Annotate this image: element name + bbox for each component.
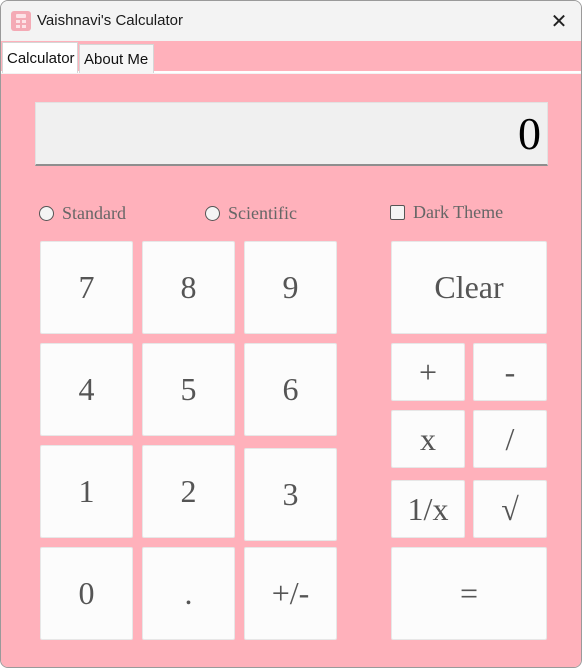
key-decimal[interactable]: . — [142, 547, 235, 640]
display-value: 0 — [518, 108, 541, 159]
subtract-button[interactable]: - — [473, 343, 547, 401]
standard-label: Standard — [62, 202, 126, 223]
divide-button[interactable]: / — [473, 410, 547, 468]
reciprocal-button[interactable]: 1/x — [391, 480, 465, 538]
standard-option[interactable]: Standard — [39, 202, 126, 224]
key-8[interactable]: 8 — [142, 241, 235, 334]
scientific-label: Scientific — [228, 202, 297, 223]
key-negate[interactable]: +/- — [244, 547, 337, 640]
key-4[interactable]: 4 — [40, 343, 133, 436]
window-title: Vaishnavi's Calculator — [37, 12, 183, 29]
scientific-radio[interactable] — [205, 205, 220, 221]
calculator-panel: 0 Standard Scientific Dark Theme 7 8 9 4… — [1, 74, 581, 667]
key-2[interactable]: 2 — [142, 445, 235, 538]
result-display: 0 — [35, 102, 548, 166]
close-button[interactable]: ✕ — [537, 1, 581, 41]
scientific-option[interactable]: Scientific — [205, 202, 297, 224]
tab-about-me[interactable]: About Me — [79, 44, 154, 73]
standard-radio[interactable] — [39, 205, 54, 221]
tab-calculator[interactable]: Calculator — [2, 42, 78, 73]
title-bar: Vaishnavi's Calculator ✕ — [1, 1, 581, 41]
dark-theme-checkbox[interactable] — [390, 204, 405, 220]
tab-strip: Calculator About Me — [1, 41, 581, 73]
sqrt-button[interactable]: √ — [473, 480, 547, 538]
app-window: Vaishnavi's Calculator ✕ Calculator Abou… — [0, 0, 582, 668]
key-5[interactable]: 5 — [142, 343, 235, 436]
key-7[interactable]: 7 — [40, 241, 133, 334]
multiply-button[interactable]: x — [391, 410, 465, 468]
clear-button[interactable]: Clear — [391, 241, 547, 334]
key-6[interactable]: 6 — [244, 343, 337, 436]
add-button[interactable]: + — [391, 343, 465, 401]
key-0[interactable]: 0 — [40, 547, 133, 640]
dark-theme-label: Dark Theme — [413, 201, 504, 222]
key-3[interactable]: 3 — [244, 448, 337, 541]
calculator-app-icon — [11, 11, 31, 31]
key-9[interactable]: 9 — [244, 241, 337, 334]
equals-button[interactable]: = — [391, 547, 547, 640]
close-icon: ✕ — [550, 9, 568, 33]
key-1[interactable]: 1 — [40, 445, 133, 538]
dark-theme-option[interactable]: Dark Theme — [390, 201, 503, 223]
